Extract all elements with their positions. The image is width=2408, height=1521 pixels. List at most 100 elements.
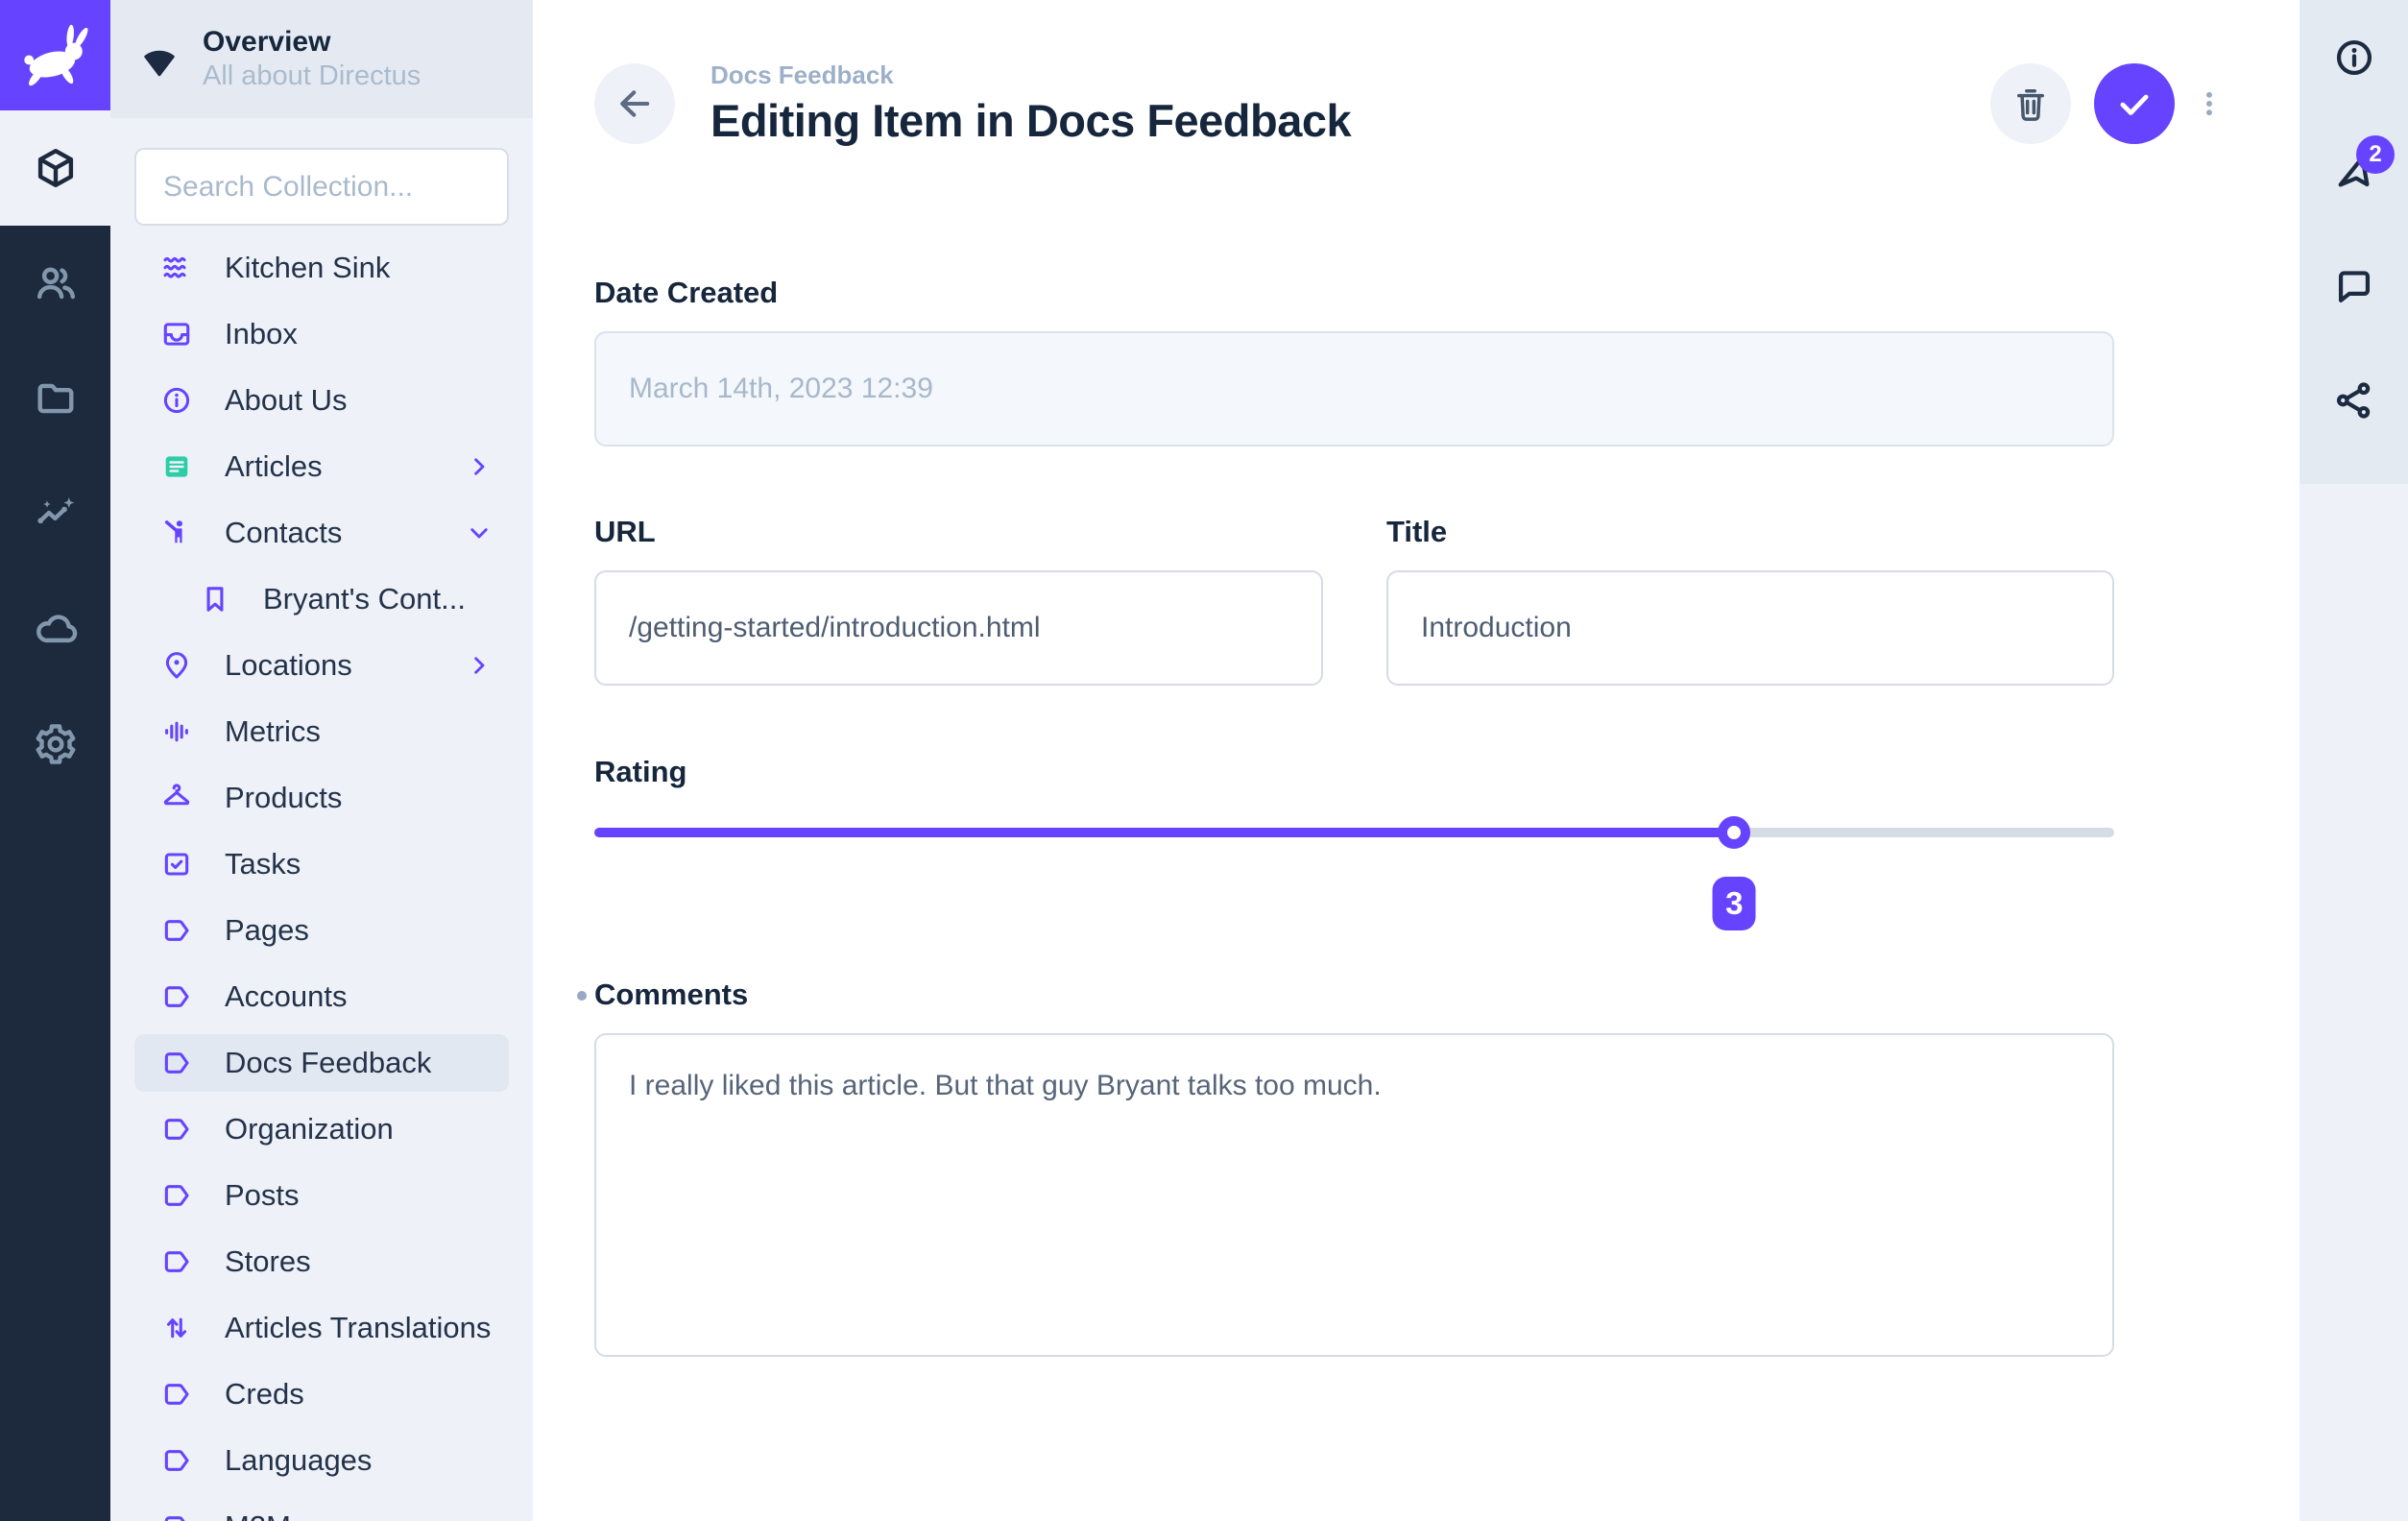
collections-nav: Kitchen Sink Inbox About Us Articles bbox=[110, 239, 533, 1521]
date-created-field: Date Created bbox=[594, 276, 2114, 447]
collection-label: Articles bbox=[225, 449, 432, 484]
sidebar-item-articles[interactable]: Articles bbox=[134, 438, 509, 495]
sidebar-item-stores[interactable]: Stores bbox=[134, 1233, 509, 1291]
collection-label: About Us bbox=[225, 383, 494, 418]
project-fan-icon bbox=[137, 37, 181, 82]
collection-label: Inbox bbox=[225, 317, 494, 351]
cloud-icon bbox=[34, 607, 78, 651]
search-collection-input[interactable] bbox=[134, 148, 509, 226]
breadcrumb: Docs Feedback bbox=[710, 60, 1351, 90]
rating-field: Rating 3 bbox=[594, 755, 2114, 920]
arrow-left-icon bbox=[614, 83, 656, 125]
notification-count-badge: 2 bbox=[2356, 135, 2395, 174]
sidebar-item-locations[interactable]: Locations bbox=[134, 637, 509, 694]
module-item[interactable] bbox=[0, 456, 110, 571]
search-collection bbox=[134, 148, 509, 226]
swap-vertical-icon bbox=[161, 1313, 192, 1343]
save-button[interactable] bbox=[2094, 63, 2175, 144]
project-header[interactable]: Overview All about Directus bbox=[110, 0, 533, 118]
check-icon bbox=[2113, 83, 2155, 125]
info-icon bbox=[161, 385, 192, 416]
collection-label: Kitchen Sink bbox=[225, 251, 494, 285]
collection-label: Products bbox=[225, 781, 494, 815]
module-item[interactable] bbox=[0, 341, 110, 456]
sidebar-item-articles-translations[interactable]: Articles Translations bbox=[134, 1299, 509, 1357]
directus-rabbit-logo[interactable] bbox=[0, 0, 110, 110]
sidebar-item-inbox[interactable]: Inbox bbox=[134, 305, 509, 363]
slider-track[interactable] bbox=[594, 828, 2114, 837]
slider-fill bbox=[594, 828, 1734, 837]
module-item[interactable] bbox=[0, 687, 110, 802]
sidebar-item-m2m[interactable]: M2M bbox=[134, 1498, 509, 1521]
sidebar-item-accounts[interactable]: Accounts bbox=[134, 968, 509, 1026]
collection-label: Locations bbox=[225, 648, 432, 683]
sidebar-item-kitchen-sink[interactable]: Kitchen Sink bbox=[134, 239, 509, 297]
sidebar-item-about-us[interactable]: About Us bbox=[134, 372, 509, 429]
collection-label: Pages bbox=[225, 913, 494, 948]
label-icon bbox=[161, 915, 192, 946]
waves-icon bbox=[161, 253, 192, 283]
rating-label: Rating bbox=[594, 755, 2114, 789]
comments-textarea[interactable]: I really liked this article. But that gu… bbox=[594, 1033, 2114, 1357]
url-input[interactable] bbox=[594, 570, 1323, 686]
collection-label: Organization bbox=[225, 1112, 494, 1147]
right-sidebar-item[interactable] bbox=[2300, 0, 2408, 114]
collection-label: Creds bbox=[225, 1377, 494, 1412]
sidebar-item-pages[interactable]: Pages bbox=[134, 902, 509, 959]
map-pin-icon bbox=[161, 650, 192, 681]
right-sidebar-item[interactable] bbox=[2300, 343, 2408, 457]
project-titles: Overview All about Directus bbox=[203, 25, 421, 93]
sidebar-item-products[interactable]: Products bbox=[134, 769, 509, 827]
right-sidebar-item[interactable] bbox=[2300, 229, 2408, 343]
sidebar-item-contacts[interactable]: Contacts bbox=[134, 504, 509, 562]
right-sidebar-item[interactable]: 2 bbox=[2300, 114, 2408, 229]
comments-field: Comments I really liked this article. Bu… bbox=[594, 978, 2114, 1362]
chevron-right-icon[interactable] bbox=[465, 452, 494, 481]
back-button[interactable] bbox=[594, 63, 675, 144]
project-subtitle: All about Directus bbox=[203, 60, 421, 93]
module-item[interactable] bbox=[0, 226, 110, 341]
right-sidebar: 2 bbox=[2300, 0, 2408, 1521]
sidebar-item-languages[interactable]: Languages bbox=[134, 1432, 509, 1489]
page-title: Editing Item in Docs Feedback bbox=[710, 94, 1351, 147]
info-circle-icon bbox=[2333, 36, 2375, 79]
item-header: Docs Feedback Editing Item in Docs Feedb… bbox=[533, 60, 2300, 147]
box-icon bbox=[34, 146, 78, 190]
equalizer-icon bbox=[161, 716, 192, 747]
title-input[interactable] bbox=[1386, 570, 2114, 686]
sidebar-item-docs-feedback[interactable]: Docs Feedback bbox=[134, 1034, 509, 1092]
date-created-input[interactable] bbox=[594, 331, 2114, 447]
collection-label: Stores bbox=[225, 1244, 494, 1279]
label-icon bbox=[161, 1048, 192, 1078]
label-icon bbox=[161, 1180, 192, 1211]
collection-label: Tasks bbox=[225, 847, 494, 881]
title-label: Title bbox=[1386, 515, 2114, 549]
people-icon bbox=[34, 261, 78, 305]
more-options-button[interactable] bbox=[2190, 63, 2228, 144]
slider-handle[interactable] bbox=[1718, 816, 1750, 849]
collection-label: M2M bbox=[225, 1509, 494, 1521]
collection-label: Docs Feedback bbox=[225, 1046, 494, 1080]
sidebar-item-metrics[interactable]: Metrics bbox=[134, 703, 509, 760]
delete-button[interactable] bbox=[1990, 63, 2071, 144]
module-item[interactable] bbox=[0, 110, 110, 226]
dots-vertical-icon bbox=[2193, 76, 2226, 132]
label-icon bbox=[161, 981, 192, 1012]
sidebar-item-bryant-s-cont[interactable]: Bryant's Cont... bbox=[134, 570, 509, 628]
rabbit-icon bbox=[14, 14, 97, 97]
task-icon bbox=[161, 849, 192, 880]
rating-slider[interactable]: 3 bbox=[594, 828, 2114, 920]
module-item[interactable] bbox=[0, 571, 110, 687]
chevron-right-icon[interactable] bbox=[465, 651, 494, 680]
bookmark-icon bbox=[200, 584, 230, 615]
sidebar-item-creds[interactable]: Creds bbox=[134, 1365, 509, 1423]
sidebar-item-posts[interactable]: Posts bbox=[134, 1167, 509, 1224]
sidebar-item-organization[interactable]: Organization bbox=[134, 1100, 509, 1158]
sidebar-item-tasks[interactable]: Tasks bbox=[134, 835, 509, 893]
label-icon bbox=[161, 1445, 192, 1476]
comments-label: Comments bbox=[594, 978, 2114, 1012]
collection-label: Articles Translations bbox=[225, 1311, 494, 1345]
label-icon bbox=[161, 1511, 192, 1521]
collection-label: Contacts bbox=[225, 516, 432, 550]
chevron-down-icon[interactable] bbox=[465, 519, 494, 547]
